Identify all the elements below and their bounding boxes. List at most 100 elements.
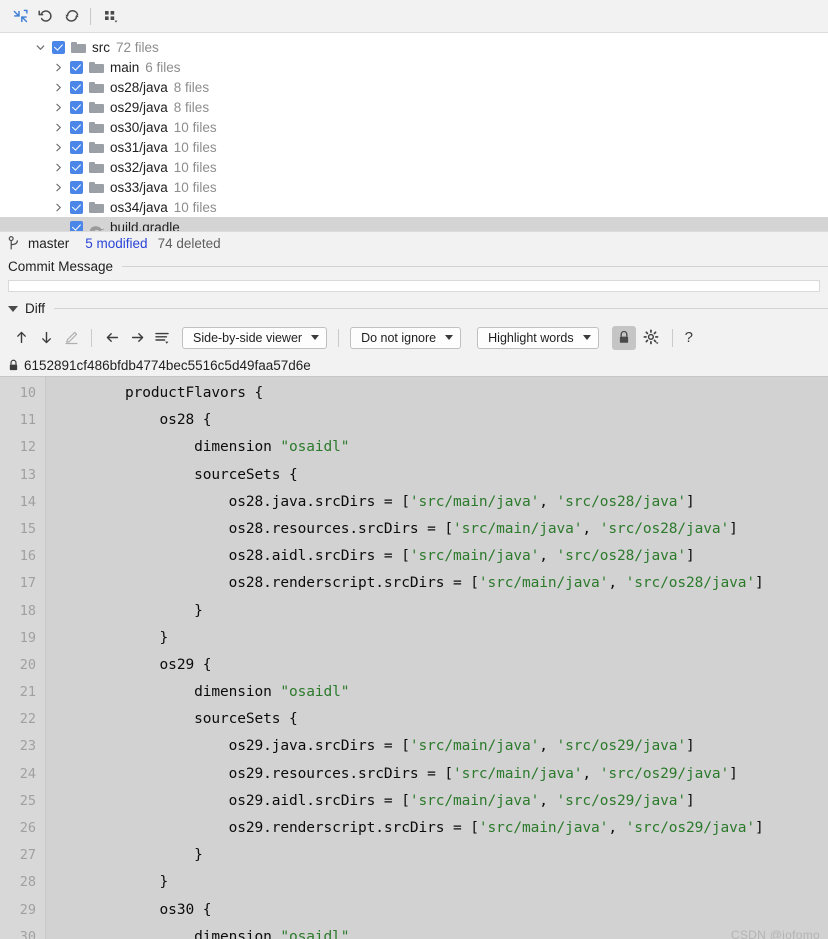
header-rule — [54, 308, 828, 309]
include-checkbox[interactable] — [52, 40, 65, 54]
code-text: , — [608, 575, 626, 592]
commit-message-input[interactable] — [8, 280, 820, 292]
code-line[interactable]: os28.renderscript.srcDirs = ['src/main/j… — [46, 570, 828, 597]
code-line[interactable]: dimension "osaidl" — [46, 679, 828, 706]
tree-row-file-count: 72 files — [116, 39, 159, 55]
code-line[interactable]: sourceSets { — [46, 462, 828, 489]
include-checkbox[interactable] — [70, 60, 83, 74]
branch-icon — [8, 236, 22, 251]
chevron-right-icon[interactable] — [52, 81, 65, 94]
diff-options-list-icon[interactable] — [150, 326, 174, 350]
header-rule — [122, 266, 828, 267]
modified-count[interactable]: 5 modified — [85, 236, 147, 251]
diff-section-header[interactable]: Diff — [0, 296, 828, 321]
code-string: 'src/os29/java' — [556, 792, 687, 809]
tree-row[interactable]: src 72 files — [0, 37, 828, 57]
lock-icon[interactable] — [611, 325, 636, 350]
code-line[interactable]: dimension "osaidl" — [46, 924, 828, 939]
code-line[interactable]: os30 { — [46, 897, 828, 924]
refresh-icon[interactable] — [59, 3, 85, 29]
code-line[interactable]: os28 { — [46, 407, 828, 434]
tree-row[interactable]: os29/java 8 files — [0, 97, 828, 117]
code-line[interactable]: os28.aidl.srcDirs = ['src/main/java', 's… — [46, 543, 828, 570]
rollback-icon[interactable] — [33, 3, 59, 29]
include-checkbox[interactable] — [70, 80, 83, 94]
tree-row[interactable]: build.gradle — [0, 217, 828, 231]
tree-row-file-count: 10 files — [173, 119, 217, 135]
line-number: 20 — [19, 656, 36, 673]
tree-row[interactable]: os31/java 10 files — [0, 137, 828, 157]
code-line[interactable]: } — [46, 598, 828, 625]
tree-row-label: os33/java — [110, 179, 168, 195]
line-number: 12 — [19, 439, 36, 456]
code-line[interactable]: os29.aidl.srcDirs = ['src/main/java', 's… — [46, 788, 828, 815]
code-string: 'src/main/java' — [409, 792, 540, 809]
include-checkbox[interactable] — [70, 160, 83, 174]
previous-change-icon[interactable] — [100, 326, 124, 350]
code-line[interactable]: os29.resources.srcDirs = ['src/main/java… — [46, 761, 828, 788]
collapse-all-icon[interactable] — [7, 3, 33, 29]
code-text: dimension — [56, 439, 281, 456]
code-string: "osaidl" — [280, 439, 350, 456]
code-line[interactable]: os29.renderscript.srcDirs = ['src/main/j… — [46, 815, 828, 842]
code-line[interactable]: os29 { — [46, 652, 828, 679]
chevron-right-icon[interactable] — [52, 61, 65, 74]
code-line[interactable]: } — [46, 625, 828, 652]
code-line[interactable]: } — [46, 869, 828, 896]
lock-icon — [8, 359, 19, 372]
code-line[interactable]: productFlavors { — [46, 380, 828, 407]
gear-icon[interactable] — [640, 326, 664, 350]
chevron-right-icon[interactable] — [52, 181, 65, 194]
code-text: ] — [686, 548, 695, 565]
chevron-right-icon[interactable] — [52, 101, 65, 114]
group-by-icon[interactable] — [98, 3, 124, 29]
chevron-right-icon[interactable] — [52, 121, 65, 134]
help-button[interactable]: ? — [681, 329, 697, 346]
code-string: 'src/os29/java' — [556, 738, 687, 755]
code-line[interactable]: dimension "osaidl" — [46, 434, 828, 461]
code-string: 'src/main/java' — [478, 575, 609, 592]
tree-row[interactable]: os34/java 10 files — [0, 197, 828, 217]
code-string: 'src/os28/java' — [599, 520, 730, 537]
tree-row-label: main — [110, 59, 140, 75]
include-checkbox[interactable] — [70, 180, 83, 194]
tree-row[interactable]: os30/java 10 files — [0, 117, 828, 137]
chevron-right-icon[interactable] — [52, 161, 65, 174]
code-text: } — [56, 602, 203, 619]
code-content[interactable]: productFlavors { os28 { dimension "osaid… — [46, 377, 828, 939]
include-checkbox[interactable] — [70, 120, 83, 134]
changed-files-tree[interactable]: src 72 files main 6 files os28/java 8 files os… — [0, 33, 828, 231]
highlight-mode-dropdown[interactable]: Highlight words — [477, 326, 599, 349]
commit-message-label: Commit Message — [8, 259, 114, 274]
next-change-icon[interactable] — [125, 326, 149, 350]
code-line[interactable]: os28.java.srcDirs = ['src/main/java', 's… — [46, 489, 828, 516]
viewer-mode-dropdown[interactable]: Side-by-side viewer — [182, 326, 328, 349]
diff-code-view[interactable]: 10 11 12 13 14 15 16 17 18 19 20 21 22 23 24 25 26 27 28 29… — [0, 376, 828, 939]
code-line[interactable]: os29.java.srcDirs = ['src/main/java', 's… — [46, 733, 828, 760]
include-checkbox[interactable] — [70, 100, 83, 114]
include-checkbox[interactable] — [70, 140, 83, 154]
code-line[interactable]: } — [46, 842, 828, 869]
chevron-right-icon[interactable] — [52, 201, 65, 214]
tree-row[interactable]: main 6 files — [0, 57, 828, 77]
tree-row[interactable]: os32/java 10 files — [0, 157, 828, 177]
line-number: 13 — [19, 466, 36, 483]
include-checkbox[interactable] — [70, 220, 83, 231]
code-line[interactable]: sourceSets { — [46, 706, 828, 733]
chevron-down-icon[interactable] — [8, 305, 18, 312]
chevron-right-icon[interactable] — [52, 141, 65, 154]
code-string: 'src/os28/java' — [625, 575, 756, 592]
code-line[interactable]: os28.resources.srcDirs = ['src/main/java… — [46, 516, 828, 543]
edit-source-icon[interactable] — [59, 326, 83, 350]
deleted-count: 74 deleted — [157, 236, 221, 251]
previous-difference-icon[interactable] — [9, 326, 33, 350]
tree-row[interactable]: os33/java 10 files — [0, 177, 828, 197]
ignore-mode-dropdown[interactable]: Do not ignore — [350, 326, 462, 349]
toolbar-divider — [338, 328, 340, 347]
folder-icon — [89, 141, 104, 153]
tree-row[interactable]: os28/java 8 files — [0, 77, 828, 97]
commit-changes-window: src 72 files main 6 files os28/java 8 files os… — [0, 0, 828, 939]
chevron-down-icon[interactable] — [34, 41, 47, 54]
include-checkbox[interactable] — [70, 200, 83, 214]
next-difference-icon[interactable] — [34, 326, 58, 350]
